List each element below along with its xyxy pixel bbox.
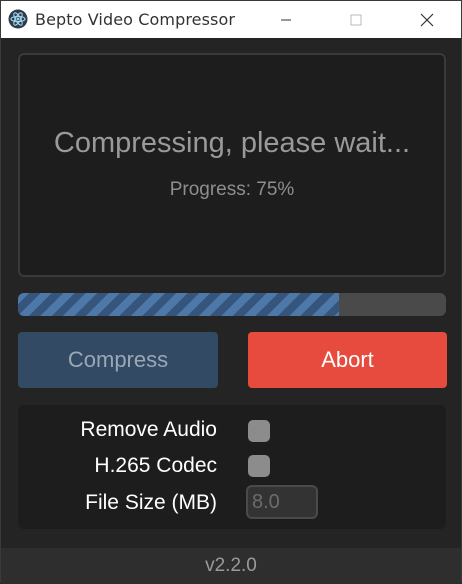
file-size-label: File Size (MB) <box>85 491 217 514</box>
compress-button[interactable]: Compress <box>18 332 218 388</box>
version-footer: v2.2.0 <box>1 548 461 584</box>
minimize-button[interactable] <box>263 1 309 38</box>
maximize-button[interactable] <box>333 1 379 38</box>
electron-atom-icon <box>8 9 28 29</box>
progress-bar-fill <box>18 293 339 316</box>
version-label: v2.2.0 <box>205 555 257 576</box>
close-icon <box>420 13 434 26</box>
app-window: Bepto Video Compressor Compressing, plea… <box>0 0 462 584</box>
h265-codec-checkbox[interactable] <box>248 455 270 477</box>
options-panel: Remove Audio H.265 Codec File Size (MB) <box>18 405 446 529</box>
status-message: Compressing, please wait... <box>53 127 411 159</box>
h265-codec-label: H.265 Codec <box>94 454 217 477</box>
progress-bar <box>18 293 446 316</box>
progress-text: Progress: 75% <box>169 179 295 200</box>
maximize-icon <box>350 14 362 25</box>
file-size-input[interactable] <box>246 485 318 519</box>
remove-audio-checkbox[interactable] <box>248 420 270 442</box>
window-title: Bepto Video Compressor <box>35 10 236 29</box>
abort-button[interactable]: Abort <box>248 332 447 388</box>
title-bar[interactable]: Bepto Video Compressor <box>1 1 461 38</box>
close-button[interactable] <box>404 1 450 38</box>
minimize-icon <box>281 19 291 20</box>
remove-audio-label: Remove Audio <box>80 418 217 441</box>
status-panel: Compressing, please wait... Progress: 75… <box>18 53 446 277</box>
